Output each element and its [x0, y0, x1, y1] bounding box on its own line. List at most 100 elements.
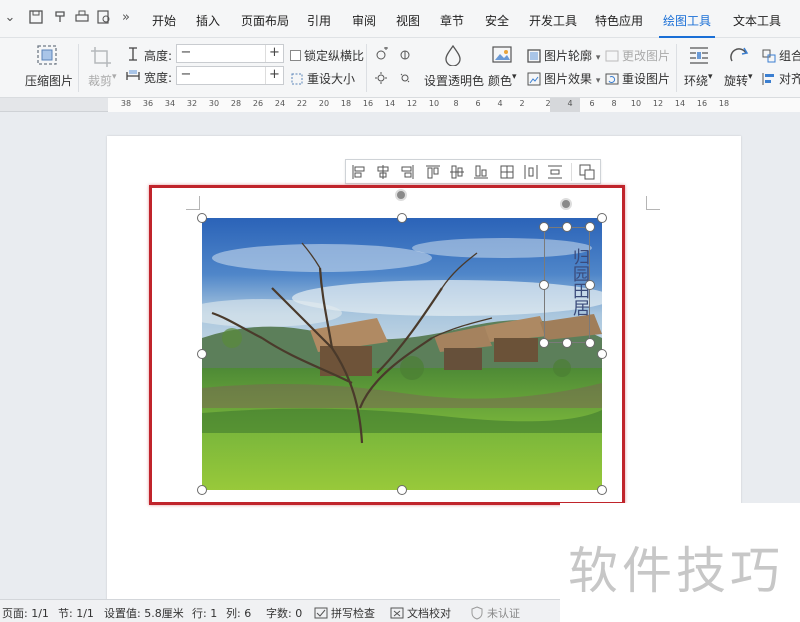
align-top-icon[interactable]	[425, 164, 441, 180]
resize-handle-e[interactable]	[597, 349, 607, 359]
resize-handle-sw[interactable]	[197, 485, 207, 495]
distribute-vertical-icon[interactable]	[547, 164, 563, 180]
more-icon[interactable]: »	[118, 10, 134, 26]
align-center-icon[interactable]	[375, 164, 391, 180]
vertical-text-box[interactable]: 归园田居	[544, 227, 590, 343]
width-increase-button[interactable]: +	[265, 67, 283, 84]
brightness-up-icon[interactable]	[374, 47, 388, 61]
tab-start[interactable]: 开始	[152, 12, 176, 29]
text-box-content[interactable]: 归园田居	[545, 232, 589, 332]
reset-size-button[interactable]: 重设大小	[290, 70, 355, 87]
save-icon[interactable]	[28, 10, 44, 26]
height-label: 高度:	[144, 49, 173, 63]
ruler-tick-label: 14	[674, 99, 686, 108]
resize-handle-ne[interactable]	[597, 213, 607, 223]
height-value[interactable]	[197, 46, 263, 61]
transparent-color-icon	[445, 44, 461, 66]
certification-status[interactable]: 未认证	[470, 605, 520, 621]
brightness-down-icon[interactable]	[374, 70, 388, 84]
tab-insert[interactable]: 插入	[196, 12, 220, 29]
lock-aspect-ratio-checkbox[interactable]: 锁定纵横比	[290, 47, 364, 64]
horizontal-ruler[interactable]: 38 36 34 32 30 28 26 24 22 20 18 16 14 12 10 8 6 4 2 2 4 6 8 10…	[0, 98, 800, 112]
width-decrease-button[interactable]: −	[177, 67, 195, 84]
align-button[interactable]: 对齐	[762, 70, 800, 87]
resize-handle-n[interactable]	[397, 213, 407, 223]
text-box-rotate-handle[interactable]	[560, 198, 572, 210]
resize-handle-se[interactable]	[597, 485, 607, 495]
ruler-tick-label: 30	[208, 99, 220, 108]
width-value[interactable]	[197, 68, 263, 83]
print-preview-icon[interactable]	[96, 10, 112, 26]
align-page-center-icon[interactable]	[499, 164, 515, 180]
picture-effect-button[interactable]: 图片效果 ▾	[527, 70, 600, 87]
tab-drawing-tools[interactable]: 绘图工具	[658, 12, 716, 38]
landscape-photo[interactable]	[202, 218, 602, 490]
chevron-down-icon: ▾	[748, 72, 753, 82]
text-handle-e[interactable]	[585, 280, 595, 290]
tab-text-tools[interactable]: 文本工具	[733, 12, 781, 29]
ruler-tick-label: 34	[164, 99, 176, 108]
row-indicator: 行: 1	[192, 607, 218, 620]
chevron-down-icon: ▾	[595, 53, 601, 63]
group-icon	[762, 49, 776, 63]
tab-view[interactable]: 视图	[396, 12, 420, 29]
change-picture-button[interactable]: 更改图片	[605, 47, 670, 64]
text-handle-w[interactable]	[539, 280, 549, 290]
word-count[interactable]: 字数: 0	[266, 605, 302, 621]
ruler-tick-label: 12	[406, 99, 418, 108]
ruler-tick-label: 36	[142, 99, 154, 108]
distribute-horizontal-icon[interactable]	[523, 164, 539, 180]
width-input[interactable]: − +	[176, 66, 284, 85]
tab-security[interactable]: 安全	[485, 12, 509, 29]
height-increase-button[interactable]: +	[265, 45, 283, 62]
ruler-tick-label: 38	[120, 99, 132, 108]
group-button[interactable]: 组合	[762, 47, 800, 64]
spell-check-button[interactable]: 拼写检查	[314, 605, 375, 621]
ruler-tick-label: 10	[428, 99, 440, 108]
picture-effect-label: 图片效果	[544, 72, 593, 86]
text-handle-ne[interactable]	[585, 222, 595, 232]
contrast-down-icon[interactable]	[398, 70, 412, 84]
height-decrease-button[interactable]: −	[177, 45, 195, 62]
height-input[interactable]: − +	[176, 44, 284, 63]
text-handle-sw[interactable]	[539, 338, 549, 348]
format-painter-icon[interactable]	[52, 10, 68, 26]
align-bottom-icon[interactable]	[473, 164, 489, 180]
reset-picture-button[interactable]: 重设图片	[605, 70, 670, 87]
picture-outline-label: 图片轮廓	[544, 49, 593, 63]
resize-handle-w[interactable]	[197, 349, 207, 359]
column-indicator: 列: 6	[226, 607, 252, 620]
page-indicator[interactable]: 页面: 1/1	[2, 605, 49, 621]
menu-bar: ⌄ » 开始 插入 页面布局 引用 审阅 视图 章节 安全 开发工具 特色应用 …	[0, 0, 800, 38]
chevron-down-icon[interactable]: ⌄	[2, 10, 18, 26]
text-handle-n[interactable]	[562, 222, 572, 232]
certification-label: 未认证	[487, 607, 520, 620]
align-middle-icon[interactable]	[449, 164, 465, 180]
tab-references[interactable]: 引用	[307, 12, 331, 29]
checkbox-icon	[290, 50, 301, 61]
align-icon	[762, 73, 774, 85]
tab-page-layout[interactable]: 页面布局	[241, 12, 289, 29]
tab-chapter[interactable]: 章节	[440, 12, 464, 29]
resize-handle-s[interactable]	[397, 485, 407, 495]
resize-handle-nw[interactable]	[197, 213, 207, 223]
picture-outline-button[interactable]: 图片轮廓 ▾	[527, 47, 600, 64]
text-handle-s[interactable]	[562, 338, 572, 348]
document-proof-button[interactable]: 文档校对	[390, 605, 451, 621]
text-handle-se[interactable]	[585, 338, 595, 348]
tab-features[interactable]: 特色应用	[595, 12, 643, 29]
group-label: 组合	[779, 49, 800, 63]
tab-review[interactable]: 审阅	[352, 12, 376, 29]
ruler-tick-label: 22	[296, 99, 308, 108]
section-indicator: 节: 1/1	[58, 607, 94, 620]
align-left-icon[interactable]	[351, 164, 367, 180]
print-icon[interactable]	[74, 10, 90, 26]
text-handle-nw[interactable]	[539, 222, 549, 232]
layout-options-icon[interactable]	[579, 164, 595, 180]
rotate-handle[interactable]	[395, 189, 407, 201]
ribbon-toolbar: 压缩图片 裁剪 ▾ 高度: − + 宽度: − + 锁定纵横比 重设大小 设置透…	[0, 38, 800, 98]
tab-developer[interactable]: 开发工具	[529, 12, 577, 29]
chevron-down-icon: ▾	[512, 72, 517, 82]
contrast-up-icon[interactable]	[398, 47, 412, 61]
align-right-icon[interactable]	[399, 164, 415, 180]
